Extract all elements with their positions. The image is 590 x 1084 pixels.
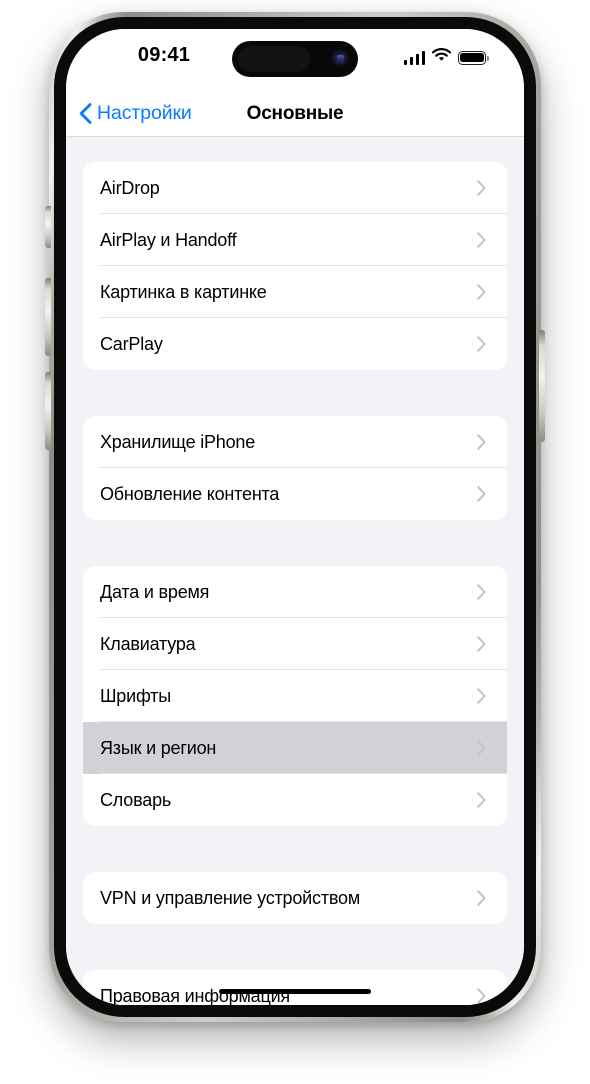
group-localization: Дата и время Клавиатура Шрифты Язык и регио… (83, 566, 507, 826)
status-indicators (403, 48, 489, 67)
settings-row-label: Картинка в картинке (100, 281, 267, 302)
settings-row[interactable]: AirPlay и Handoff (83, 214, 507, 266)
settings-row[interactable]: Шрифты (83, 670, 507, 722)
back-button[interactable]: Настройки (79, 91, 192, 136)
phone-screen: 09:41 Основные Настройки AirDrop AirPlay… (66, 29, 524, 1005)
settings-row-label: Хранилище iPhone (100, 431, 256, 452)
phone-stage: 09:41 Основные Настройки AirDrop AirPlay… (0, 0, 590, 1084)
group-legal: Правовая информация (83, 970, 507, 1005)
settings-row[interactable]: Картинка в картинке (83, 266, 507, 318)
front-camera-icon (331, 50, 349, 68)
settings-row[interactable]: Правовая информация (83, 970, 507, 1005)
action-button[interactable] (45, 206, 51, 248)
settings-row-label: Язык и регион (100, 737, 217, 758)
settings-row[interactable]: Клавиатура (83, 618, 507, 670)
wifi-icon (431, 48, 452, 67)
chevron-right-icon (477, 232, 507, 248)
back-button-label: Настройки (97, 102, 192, 124)
group-connectivity: AirDrop AirPlay и Handoff Картинка в карти… (83, 162, 507, 370)
settings-row[interactable]: CarPlay (83, 318, 507, 370)
chevron-right-icon (477, 584, 507, 600)
volume-down-button[interactable] (45, 372, 51, 450)
chevron-right-icon (477, 180, 507, 196)
chevron-right-icon (477, 636, 507, 652)
settings-row-label: Дата и время (100, 581, 210, 602)
settings-row[interactable]: VPN и управление устройством (83, 872, 507, 924)
settings-row-label: VPN и управление устройством (100, 887, 361, 908)
chevron-right-icon (477, 792, 507, 808)
settings-list[interactable]: AirDrop AirPlay и Handoff Картинка в карти… (66, 136, 524, 1005)
chevron-right-icon (477, 890, 507, 906)
chevron-right-icon (477, 336, 507, 352)
group-vpn: VPN и управление устройством (83, 872, 507, 924)
settings-row-label: Шрифты (100, 685, 171, 706)
chevron-right-icon (477, 740, 507, 756)
chevron-left-icon (79, 103, 92, 124)
status-time: 09:41 (137, 44, 191, 66)
settings-row-label: CarPlay (100, 333, 163, 354)
settings-row-label: Клавиатура (100, 633, 196, 654)
settings-row[interactable]: AirDrop (83, 162, 507, 214)
settings-row-label: Словарь (100, 789, 172, 810)
battery-fill (460, 52, 484, 63)
chevron-right-icon (477, 434, 507, 450)
dynamic-island[interactable] (232, 41, 358, 77)
settings-row[interactable]: Язык и регион (83, 722, 507, 774)
settings-row[interactable]: Словарь (83, 774, 507, 826)
chevron-right-icon (477, 486, 507, 502)
chevron-right-icon (477, 988, 507, 1004)
power-button[interactable] (539, 330, 545, 442)
signal-bars-icon (403, 50, 425, 65)
settings-row[interactable]: Дата и время (83, 566, 507, 618)
chevron-right-icon (477, 284, 507, 300)
settings-row[interactable]: Обновление контента (83, 468, 507, 520)
navigation-bar: Основные Настройки (66, 91, 524, 137)
group-storage: Хранилище iPhone Обновление контента (83, 416, 507, 520)
settings-row[interactable]: Хранилище iPhone (83, 416, 507, 468)
battery-icon (458, 50, 489, 65)
settings-row-label: AirDrop (100, 177, 160, 198)
settings-row-label: Обновление контента (100, 483, 280, 504)
home-indicator[interactable] (219, 988, 371, 994)
settings-row-label: AirPlay и Handoff (100, 229, 237, 250)
chevron-right-icon (477, 688, 507, 704)
volume-up-button[interactable] (45, 278, 51, 356)
